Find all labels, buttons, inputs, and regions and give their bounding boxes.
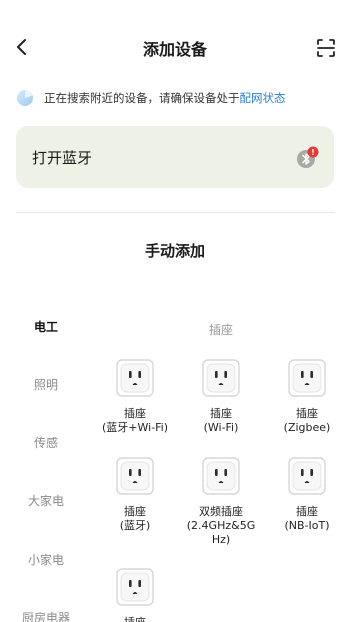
page-title: 添加设备 — [142, 40, 207, 59]
category-item-sensor[interactable]: 传感 — [0, 434, 92, 451]
device-socket[interactable]: 插座 — [92, 568, 178, 622]
socket-icon — [288, 359, 326, 397]
device-socket-zigbee[interactable]: 插座 (Zigbee) — [264, 359, 350, 435]
category-item-large-appliance[interactable]: 大家电 — [0, 492, 92, 509]
device-name: 双频插座 (2.4GHz&5G Hz) — [186, 505, 256, 546]
search-hint-text: 正在搜索附近的设备，请确保设备处于 — [44, 91, 240, 105]
socket-icon — [116, 457, 154, 495]
socket-icon — [116, 568, 154, 606]
device-dual-band-socket[interactable]: 双频插座 (2.4GHz&5G Hz) — [178, 457, 264, 547]
category-item-electrical[interactable]: 电工 — [0, 318, 92, 335]
open-bluetooth-label: 打开蓝牙 — [32, 149, 93, 167]
divider — [16, 212, 334, 213]
category-item-small-appliance[interactable]: 小家电 — [0, 551, 92, 568]
device-socket-ble[interactable]: 插座 (蓝牙) — [92, 457, 178, 533]
category-item-kitchen[interactable]: 厨房电器 — [0, 609, 92, 622]
manual-add-title: 手动添加 — [144, 242, 205, 260]
device-name: 插座 (蓝牙) — [119, 505, 151, 532]
device-name: 插座 (NB-IoT) — [284, 505, 330, 532]
device-name: 插座 (Zigbee) — [283, 407, 331, 434]
socket-icon — [116, 359, 154, 397]
device-socket-wifi[interactable]: 插座 (Wi-Fi) — [178, 359, 264, 435]
open-bluetooth-card[interactable]: 打开蓝牙 ! — [16, 126, 334, 188]
device-name: 插座 — [92, 616, 178, 622]
bluetooth-off-icon: ! — [296, 146, 319, 168]
searching-radar-icon — [16, 89, 34, 107]
device-socket-ble-wifi[interactable]: 插座 (蓝牙+Wi-Fi) — [92, 359, 178, 435]
section-label-socket: 插座 — [208, 323, 233, 337]
svg-text:!: ! — [311, 148, 315, 157]
socket-icon — [288, 457, 326, 495]
device-name: 插座 (Wi-Fi) — [203, 407, 239, 434]
device-socket-nb-iot[interactable]: 插座 (NB-IoT) — [264, 457, 350, 533]
top-bar: 添加设备 — [0, 0, 350, 96]
scan-icon[interactable] — [316, 38, 336, 58]
network-config-link[interactable]: 配网状态 — [240, 90, 286, 106]
device-name: 插座 (蓝牙+Wi-Fi) — [101, 407, 169, 434]
category-item-lighting[interactable]: 照明 — [0, 376, 92, 393]
socket-icon — [202, 359, 240, 397]
search-hint: 正在搜索附近的设备，请确保设备处于 配网状态 — [16, 88, 286, 108]
socket-icon — [202, 457, 240, 495]
